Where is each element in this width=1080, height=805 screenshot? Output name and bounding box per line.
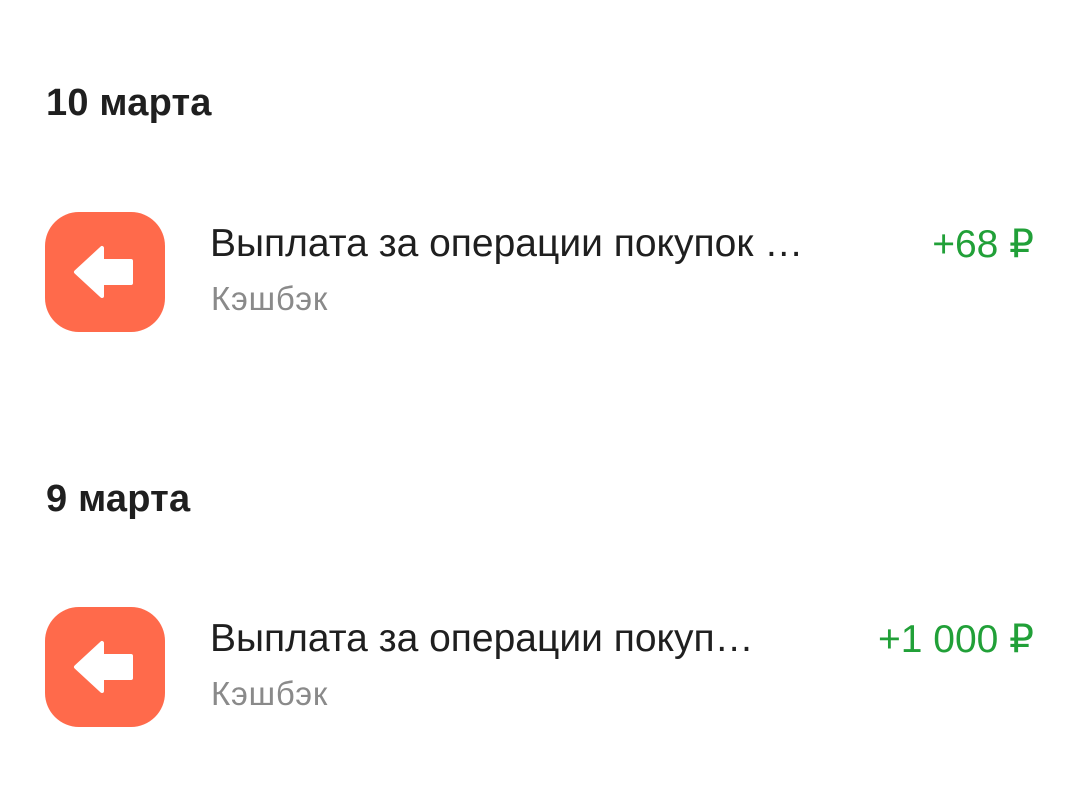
transaction-category: Кэшбэк <box>211 280 329 317</box>
date-header: 9 марта <box>46 478 191 520</box>
transaction-title: Выплата за операции покуп… <box>210 617 754 660</box>
transaction-title: Выплата за операции покупок … <box>210 222 804 265</box>
transaction-amount: +68 ₽ <box>932 223 1034 266</box>
transaction-row[interactable]: Выплата за операции покуп… Кэшбэк +1 000… <box>0 607 1080 729</box>
arrow-left-icon-glyph <box>74 246 133 298</box>
transaction-row[interactable]: Выплата за операции покупок … Кэшбэк +68… <box>0 212 1080 334</box>
transaction-category: Кэшбэк <box>211 675 329 712</box>
transaction-amount: +1 000 ₽ <box>877 618 1034 661</box>
date-header: 10 марта <box>46 82 212 124</box>
arrow-left-icon <box>45 212 165 332</box>
arrow-left-icon-glyph <box>74 641 133 693</box>
arrow-left-icon <box>45 607 165 727</box>
